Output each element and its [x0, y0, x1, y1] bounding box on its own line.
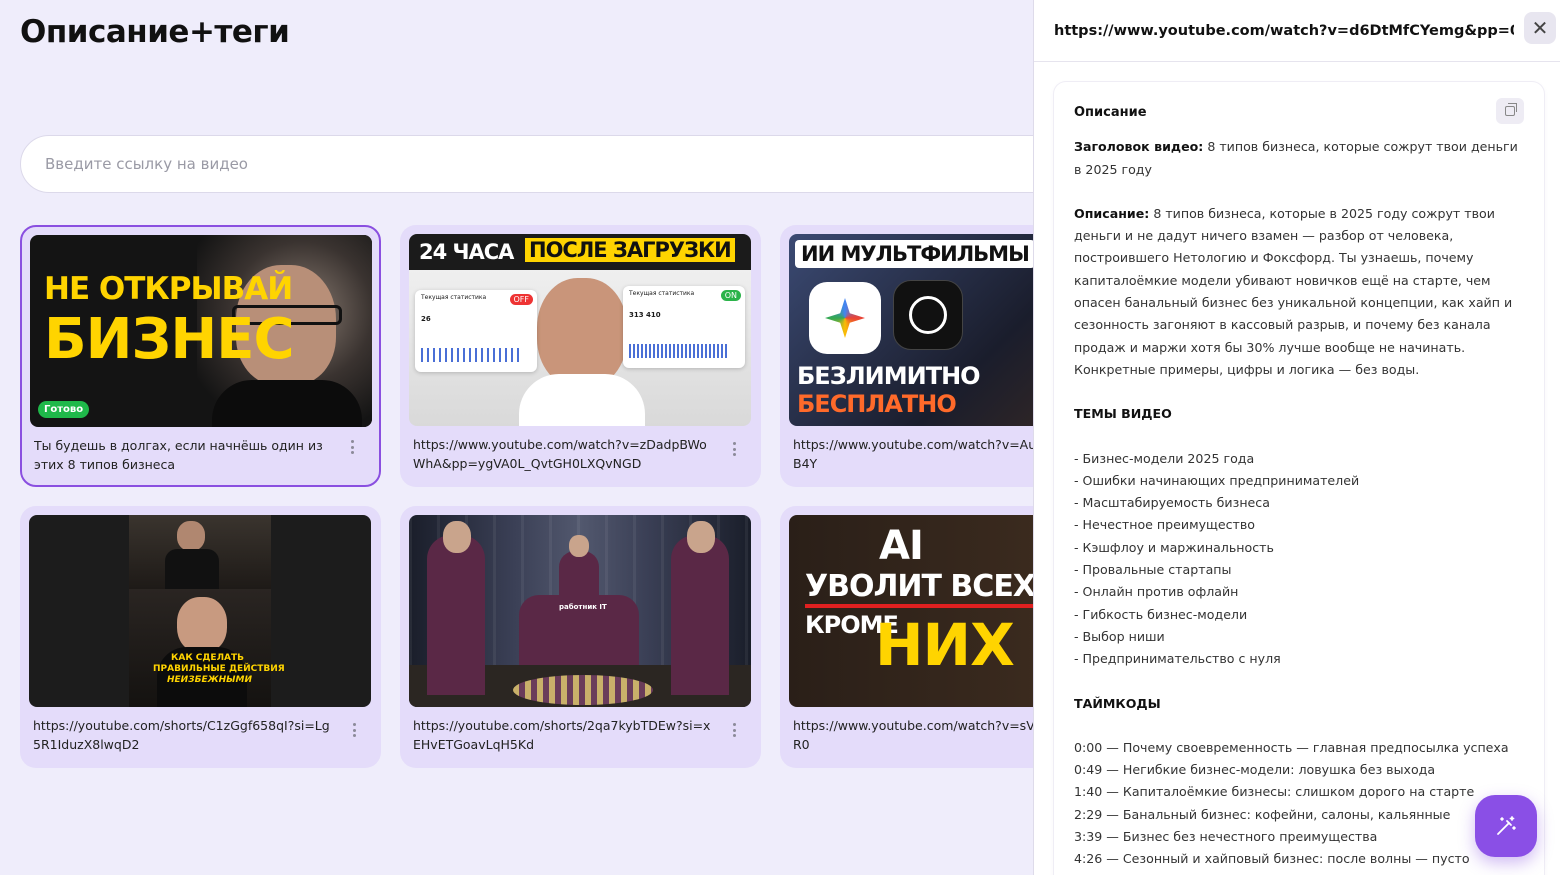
more-options-icon[interactable]: [729, 439, 739, 459]
timecodes-heading: ТАЙМКОДЫ: [1074, 695, 1161, 711]
more-options-icon[interactable]: [349, 720, 359, 740]
thumbnail-caption: БЕЗЛИМИТНО: [797, 362, 981, 390]
video-description: Описание: 8 типов бизнеса, которые в 202…: [1074, 203, 1524, 381]
video-thumbnail: работник IT: [409, 515, 751, 707]
timecode-item: 0:49 — Негибкие бизнес-модели: ловушка б…: [1074, 762, 1436, 778]
timecode-item: 0:00 — Почему своевременность — главная …: [1074, 739, 1509, 755]
more-options-icon[interactable]: [729, 720, 739, 740]
description-card: Описание Заголовок видео: 8 типов бизнес…: [1054, 82, 1544, 875]
thumbnail-caption: НЕИЗБЕЖНЫМИ: [167, 675, 252, 685]
status-badge: Готово: [38, 401, 90, 418]
video-card[interactable]: 24 ЧАСА ПОСЛЕ ЗАГРУЗКИ Текущая статистик…: [400, 225, 761, 487]
topic-item: - Ошибки начинающих предпринимателей: [1074, 472, 1360, 488]
video-card[interactable]: НЕ ОТКРЫВАЙ БИЗНЕС Готово Ты будешь в до…: [20, 225, 381, 487]
page-title: Описание+теги: [20, 14, 290, 50]
thumbnail-caption: УВОЛИТ ВСЕХ,: [805, 569, 1046, 608]
topic-item: - Гибкость бизнес-модели: [1074, 606, 1248, 622]
timecodes-list: 0:00 — Почему своевременность — главная …: [1074, 737, 1524, 871]
magic-wand-icon: [1497, 816, 1516, 835]
thumbnail-caption: НЕ ОТКРЫВАЙ: [44, 271, 293, 307]
topic-item: - Бизнес-модели 2025 года: [1074, 450, 1255, 466]
thumbnail-caption: 24 ЧАСА: [419, 240, 514, 264]
headline-label: Заголовок видео:: [1074, 139, 1204, 155]
thumbnail-caption: БЕСПЛАТНО: [797, 390, 957, 418]
topic-item: - Онлайн против офлайн: [1074, 584, 1239, 600]
panel-header: https://www.youtube.com/watch?v=d6DtMfCY…: [1034, 0, 1560, 62]
close-icon[interactable]: ✕: [1524, 12, 1556, 44]
topic-item: - Предпринимательство с нуля: [1074, 651, 1281, 667]
thumbnail-caption: НИХ: [875, 611, 1015, 679]
card-url: https://youtube.com/shorts/C1zGgf658qI?s…: [33, 718, 330, 752]
thumbnail-caption: ПРАВИЛЬНЫЕ ДЕЙСТВИЯ: [153, 664, 285, 674]
description-label: Описание:: [1074, 205, 1150, 221]
topics-list: - Бизнес-модели 2025 года - Ошибки начин…: [1074, 448, 1524, 671]
video-thumbnail: НЕ ОТКРЫВАЙ БИЗНЕС Готово: [30, 235, 372, 427]
timecode-item: 1:40 — Капиталоёмкие бизнесы: слишком до…: [1074, 784, 1475, 800]
video-detail-panel: https://www.youtube.com/watch?v=d6DtMfCY…: [1033, 0, 1560, 875]
timecode-item: 3:39 — Бизнес без нечестного преимуществ…: [1074, 829, 1378, 845]
stat-value: 313 410: [629, 311, 661, 319]
thumbnail-caption: КАК СДЕЛАТЬ: [171, 653, 245, 663]
topics-heading: ТЕМЫ ВИДЕО: [1074, 406, 1172, 422]
video-thumbnail: 24 ЧАСА ПОСЛЕ ЗАГРУЗКИ Текущая статистик…: [409, 234, 751, 426]
card-url: https://www.youtube.com/watch?v=zDadpBWo…: [413, 437, 707, 471]
stat-value: 26: [421, 315, 431, 323]
card-url: https://youtube.com/shorts/2qa7kybTDEw?s…: [413, 718, 711, 752]
topic-item: - Выбор ниши: [1074, 628, 1165, 644]
timecode-item: 4:26 — Сезонный и хайповый бизнес: после…: [1074, 851, 1470, 867]
topic-item: - Нечестное преимущество: [1074, 517, 1256, 533]
thumbnail-caption: работник IT: [559, 603, 607, 611]
more-options-icon[interactable]: [347, 437, 357, 457]
thumbnail-caption: AI: [879, 523, 924, 569]
topic-item: - Масштабируемость бизнеса: [1074, 495, 1270, 511]
timecode-item: 2:29 — Банальный бизнес: кофейни, салоны…: [1074, 806, 1451, 822]
video-link-input[interactable]: [20, 135, 1100, 193]
topic-item: - Кэшфлоу и маржинальность: [1074, 539, 1274, 555]
video-headline: Заголовок видео: 8 типов бизнеса, которы…: [1074, 136, 1524, 181]
thumbnail-caption: БИЗНЕС: [44, 307, 295, 372]
video-card[interactable]: работник IT https://youtube.com/shorts/2…: [400, 506, 761, 768]
toggle-off: OFF: [509, 294, 533, 305]
topic-item: - Провальные стартапы: [1074, 562, 1232, 578]
thumbnail-caption: ПОСЛЕ ЗАГРУЗКИ: [525, 238, 735, 262]
video-thumbnail: КАК СДЕЛАТЬ ПРАВИЛЬНЫЕ ДЕЙСТВИЯ НЕИЗБЕЖН…: [29, 515, 371, 707]
thumbnail-caption: ИИ МУЛЬТФИЛЬМЫ: [795, 240, 1035, 268]
description-section-title: Описание: [1074, 105, 1147, 120]
magic-wand-button[interactable]: [1475, 795, 1537, 857]
panel-video-url: https://www.youtube.com/watch?v=d6DtMfCY…: [1054, 22, 1514, 39]
toggle-on: ON: [720, 290, 741, 301]
description-text: 8 типов бизнеса, которые в 2025 году сож…: [1074, 205, 1513, 377]
copy-icon[interactable]: [1496, 98, 1524, 124]
card-title: Ты будешь в долгах, если начнёшь один из…: [34, 438, 323, 472]
video-card[interactable]: КАК СДЕЛАТЬ ПРАВИЛЬНЫЕ ДЕЙСТВИЯ НЕИЗБЕЖН…: [20, 506, 381, 768]
